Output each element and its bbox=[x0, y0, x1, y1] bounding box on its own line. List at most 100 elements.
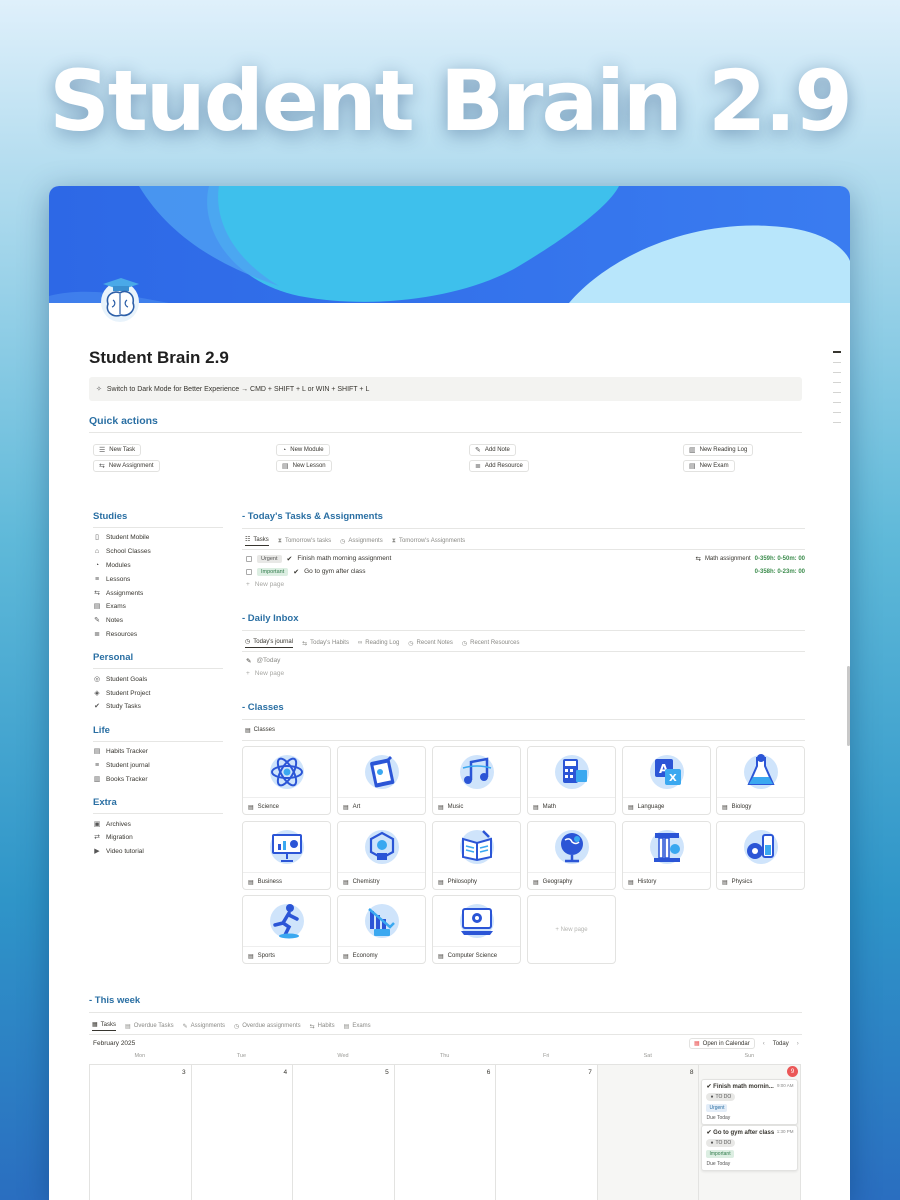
pie-icon: ◔ bbox=[94, 561, 100, 569]
tab-recent-notes[interactable]: ◷ Recent Notes bbox=[408, 640, 453, 647]
calendar-event-card[interactable]: ✔ Go to gym after class 1:30 PM ● TO DO Im… bbox=[701, 1125, 799, 1171]
sidebar-item-student-project[interactable]: ◈ Student Project bbox=[93, 686, 223, 700]
class-card-computer-science[interactable]: ▤ Computer Science bbox=[432, 895, 521, 964]
tab-week-tasks[interactable]: ▦ Tasks bbox=[92, 1021, 117, 1031]
document-icon: ▤ bbox=[343, 879, 349, 886]
video-icon: ▶ bbox=[94, 848, 100, 856]
document-icon: ▤ bbox=[248, 804, 254, 811]
calendar-day-cell[interactable]: 5 bbox=[293, 1065, 395, 1200]
sidebar-item-video-tutorial[interactable]: ▶ Video tutorial bbox=[93, 845, 223, 859]
calendar-day-cell[interactable]: 4 bbox=[192, 1065, 294, 1200]
cover-image[interactable] bbox=[49, 186, 850, 303]
sidebar-item-student-journal[interactable]: ≡ Student journal bbox=[93, 759, 223, 773]
new-exam-button[interactable]: ▤ New Exam bbox=[683, 460, 735, 472]
prev-week-button[interactable]: ‹ bbox=[763, 1041, 765, 1047]
class-card-business[interactable]: ▤ Business bbox=[242, 821, 331, 890]
tab-tomorrows-assignments[interactable]: ⧗ Tomorrow's Assignments bbox=[392, 538, 465, 545]
calendar-day-cell[interactable]: 3 bbox=[90, 1065, 192, 1200]
sidebar-item-habits-tracker[interactable]: ▤ Habits Tracker bbox=[93, 745, 223, 759]
class-card-language[interactable]: AX ▤ Language bbox=[622, 746, 711, 815]
sidebar-item-student-mobile[interactable]: ▯ Student Mobile bbox=[93, 531, 223, 545]
calendar-day-cell-today[interactable]: 9 ✔ Finish math mornin... 9:00 AM ● TO DO … bbox=[699, 1065, 802, 1200]
document-icon: ▤ bbox=[533, 879, 539, 886]
tab-todays-journal[interactable]: ◷ Today's journal bbox=[245, 638, 294, 648]
sidebar-item-school-classes[interactable]: ⌂ School Classes bbox=[93, 545, 223, 559]
sidebar-item-notes[interactable]: ✎ Notes bbox=[93, 614, 223, 628]
tab-classes[interactable]: ▤ Classes bbox=[245, 727, 275, 736]
page-outline-toc[interactable] bbox=[833, 351, 843, 432]
class-card-math[interactable]: ▤ Math bbox=[527, 746, 616, 815]
journal-entry[interactable]: ✎ @Today bbox=[246, 654, 546, 667]
class-card-sports[interactable]: ▤ Sports bbox=[242, 895, 331, 964]
class-card-chemistry[interactable]: ▤ Chemistry bbox=[337, 821, 426, 890]
sidebar-item-lessons[interactable]: ≡ Lessons bbox=[93, 572, 223, 586]
new-task-button[interactable]: ☰ New Task bbox=[93, 444, 142, 456]
magic-wand-icon: ✧ bbox=[96, 385, 102, 393]
task-relation[interactable]: Math assignment bbox=[705, 556, 751, 562]
open-in-calendar-button[interactable]: ▦ Open in Calendar bbox=[689, 1038, 755, 1049]
sidebar-item-modules[interactable]: ◔ Modules bbox=[93, 559, 223, 573]
class-card-biology[interactable]: ▤ Biology bbox=[716, 746, 805, 815]
calendar-day-cell[interactable]: 6 bbox=[395, 1065, 497, 1200]
sidebar-item-study-tasks[interactable]: ✔ Study Tasks bbox=[93, 700, 223, 714]
calendar-event-card[interactable]: ✔ Finish math mornin... 9:00 AM ● TO DO Ur… bbox=[701, 1079, 799, 1125]
tab-week-assignments[interactable]: ✎ Assignments bbox=[183, 1023, 225, 1030]
task-row[interactable]: Urgent ✔ Finish math morning assignment … bbox=[246, 552, 805, 565]
sidebar-item-books-tracker[interactable]: ▥ Books Tracker bbox=[93, 772, 223, 786]
tab-overdue-assignments[interactable]: ◷ Overdue assignments bbox=[234, 1023, 301, 1030]
calendar-day-cell[interactable]: 8 bbox=[597, 1065, 700, 1200]
event-tag: Important bbox=[706, 1150, 734, 1158]
tab-recent-resources[interactable]: ◷ Recent Resources bbox=[462, 640, 520, 647]
archive-icon: ▣ bbox=[93, 820, 101, 828]
today-button[interactable]: Today bbox=[773, 1041, 789, 1047]
task-title[interactable]: Finish math morning assignment bbox=[297, 555, 391, 562]
sidebar-item-migration[interactable]: ⇄ Migration bbox=[93, 831, 223, 845]
class-card-history[interactable]: ▤ History bbox=[622, 821, 711, 890]
scrollbar[interactable] bbox=[847, 666, 850, 746]
task-checkbox[interactable] bbox=[246, 568, 252, 575]
class-card-physics[interactable]: ▤ Physics bbox=[716, 821, 805, 890]
new-assignment-button[interactable]: ⇆ New Assignment bbox=[93, 460, 160, 472]
brain-graduation-icon[interactable] bbox=[93, 276, 151, 326]
tab-tomorrows-tasks[interactable]: ⧗ Tomorrow's tasks bbox=[278, 538, 331, 545]
new-page-button[interactable]: + New page bbox=[246, 578, 805, 591]
class-card-geography[interactable]: ▤ Geography bbox=[527, 821, 616, 890]
sidebar-item-student-goals[interactable]: ◎ Student Goals bbox=[93, 672, 223, 686]
task-row[interactable]: Important ✔ Go to gym after class 0-358h… bbox=[246, 565, 805, 578]
new-reading-log-button[interactable]: ▥ New Reading Log bbox=[683, 444, 754, 456]
class-card-philosophy[interactable]: ▤ Philosophy bbox=[432, 821, 521, 890]
class-card-science[interactable]: ▤ Science bbox=[242, 746, 331, 815]
tab-week-exams[interactable]: ▤ Exams bbox=[344, 1023, 371, 1030]
event-due: Due Today bbox=[706, 1161, 731, 1167]
check-circle-icon: ✔ bbox=[706, 1130, 712, 1136]
next-week-button[interactable]: › bbox=[797, 1041, 799, 1047]
sidebar-item-resources[interactable]: ≣ Resources bbox=[93, 628, 223, 642]
sidebar-item-assignments[interactable]: ⇆ Assignments bbox=[93, 586, 223, 600]
calendar-month: February 2025 bbox=[93, 1040, 136, 1047]
new-module-button[interactable]: ◔ New Module bbox=[276, 444, 330, 456]
calendar-controls: ▦ Open in Calendar ‹ Today › bbox=[689, 1038, 799, 1049]
tab-tasks[interactable]: ☷ Tasks bbox=[245, 536, 269, 546]
task-title[interactable]: Go to gym after class bbox=[304, 568, 365, 575]
sidebar: Studies ▯ Student Mobile ⌂ School Classes … bbox=[93, 511, 223, 859]
task-checkbox[interactable] bbox=[246, 555, 252, 562]
add-resource-button[interactable]: ≣ Add Resource bbox=[469, 460, 529, 472]
tab-todays-habits[interactable]: ⇆ Today's Habits bbox=[302, 640, 349, 647]
new-lesson-button[interactable]: ▤ New Lesson bbox=[276, 460, 332, 472]
tab-week-habits[interactable]: ⇆ Habits bbox=[310, 1023, 335, 1030]
weekday-label: Wed bbox=[337, 1053, 349, 1059]
class-card-economy[interactable]: ▤ Economy bbox=[337, 895, 426, 964]
document-icon: ▤ bbox=[245, 727, 251, 734]
tab-reading-log[interactable]: ∞ Reading Log bbox=[358, 640, 399, 646]
edit-icon: ✎ bbox=[475, 446, 481, 454]
new-class-card[interactable]: + New page bbox=[527, 895, 616, 964]
class-card-music[interactable]: ▤ Music bbox=[432, 746, 521, 815]
sidebar-item-archives[interactable]: ▣ Archives bbox=[93, 817, 223, 831]
sidebar-item-exams[interactable]: ▤ Exams bbox=[93, 600, 223, 614]
add-note-button[interactable]: ✎ Add Note bbox=[469, 444, 516, 456]
calendar-day-cell[interactable]: 7 bbox=[496, 1065, 598, 1200]
new-page-button[interactable]: + New page bbox=[246, 667, 546, 680]
tab-overdue-tasks[interactable]: ▤ Overdue Tasks bbox=[125, 1023, 174, 1030]
tab-assignments[interactable]: ◷ Assignments bbox=[340, 538, 383, 545]
class-card-art[interactable]: ▤ Art bbox=[337, 746, 426, 815]
